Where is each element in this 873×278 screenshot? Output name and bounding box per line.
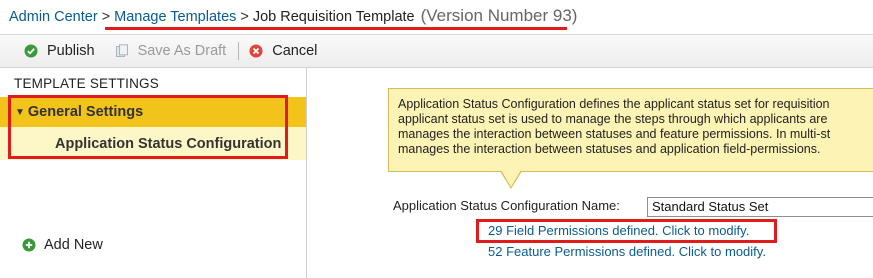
config-name-select[interactable]: Standard Status Set	[647, 197, 873, 217]
check-circle-icon	[24, 44, 38, 58]
publish-button[interactable]: Publish	[18, 39, 101, 63]
breadcrumb-highlight-underline	[105, 27, 567, 30]
cancel-label: Cancel	[272, 43, 318, 59]
field-permissions-highlight-box	[476, 219, 777, 243]
cancel-button[interactable]: Cancel	[243, 39, 323, 63]
info-callout: Application Status Configuration defines…	[388, 88, 873, 172]
callout-pointer-fill	[501, 170, 521, 187]
publish-label: Publish	[47, 43, 95, 59]
general-settings-highlight-box	[8, 95, 288, 159]
breadcrumb-current: Job Requisition Template	[252, 9, 415, 25]
callout-line: manages the interaction between statuses…	[398, 142, 821, 156]
breadcrumb: Admin Center > Manage Templates > Job Re…	[9, 6, 577, 28]
callout-line: manages the interaction between statuses…	[398, 127, 831, 141]
panel-title: TEMPLATE SETTINGS	[14, 76, 159, 91]
add-new-button[interactable]: Add New	[22, 237, 103, 253]
config-name-label: Application Status Configuration Name:	[393, 198, 620, 213]
callout-line: Application Status Configuration defines…	[398, 97, 830, 111]
document-icon	[115, 44, 129, 58]
feature-permissions-link[interactable]: 52 Feature Permissions defined. Click to…	[488, 244, 766, 259]
breadcrumb-manage-templates[interactable]: Manage Templates	[114, 9, 236, 25]
save-as-draft-label: Save As Draft	[137, 43, 227, 59]
x-circle-icon	[249, 44, 263, 58]
toolbar: Publish Save As Draft Cancel	[0, 34, 873, 68]
plus-circle-icon	[22, 238, 36, 252]
breadcrumb-admin-center[interactable]: Admin Center	[9, 9, 98, 25]
callout-line: applicant status set is used to manage t…	[398, 112, 828, 126]
version-number: (Version Number 93)	[420, 6, 578, 25]
save-as-draft-button[interactable]: Save As Draft	[109, 39, 233, 63]
toolbar-divider	[238, 42, 240, 60]
breadcrumb-separator: >	[101, 9, 111, 25]
add-new-label: Add New	[44, 237, 103, 253]
breadcrumb-separator: >	[240, 9, 249, 25]
